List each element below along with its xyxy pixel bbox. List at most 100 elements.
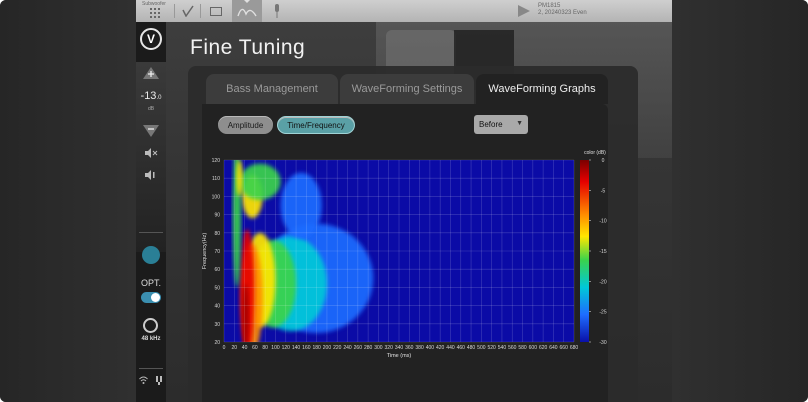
y-tick-label: 50 — [214, 285, 220, 291]
y-tick-label: 20 — [214, 340, 220, 346]
app-window: Subwoofer PM1815 2, 20240323 Even V -13.… — [136, 0, 672, 402]
x-tick-label: 60 — [252, 345, 258, 351]
x-tick-label: 280 — [364, 345, 373, 351]
sample-rate: 48 kHz — [141, 336, 161, 342]
colorbar-tick-label: -25 — [599, 310, 606, 316]
x-tick-label: 80 — [262, 345, 268, 351]
status-line-1: PM1815 — [538, 3, 561, 9]
x-tick-label: 20 — [232, 345, 238, 351]
sidebar-divider — [139, 368, 163, 369]
x-tick-label: 440 — [446, 345, 455, 351]
x-tick-label: 640 — [549, 345, 558, 351]
page-title: Fine Tuning — [190, 36, 306, 59]
y-tick-label: 90 — [214, 213, 220, 219]
y-tick-label: 110 — [212, 176, 220, 182]
device-status-text: PM1815 2, 20240323 Even — [538, 3, 587, 17]
volume-readout: -13.0 — [136, 90, 166, 102]
x-tick-label: 340 — [395, 345, 404, 351]
volume-unit: dB — [147, 106, 155, 112]
x-tick-label: 200 — [323, 345, 332, 351]
microphone-icon[interactable] — [270, 2, 284, 20]
x-axis-label: Time (ms) — [387, 353, 412, 359]
x-tick-label: 380 — [415, 345, 424, 351]
x-tick-label: 540 — [498, 345, 507, 351]
input-label: OPT. — [140, 278, 161, 288]
input-source-icon[interactable] — [142, 246, 160, 264]
colorbar-tick-label: -15 — [599, 249, 606, 255]
y-tick-label: 120 — [212, 158, 221, 164]
x-tick-label: 660 — [560, 345, 569, 351]
wifi-icon[interactable] — [139, 376, 149, 387]
volume-down-button[interactable] — [141, 124, 161, 138]
x-tick-label: 420 — [436, 345, 445, 351]
tab-bass-management[interactable]: Bass Management — [206, 74, 338, 104]
speaker-button[interactable] — [141, 168, 161, 182]
waveform-tab-active[interactable] — [232, 0, 262, 22]
brand-logo: V — [140, 28, 162, 50]
time-frequency-button[interactable]: Time/Frequency — [277, 116, 355, 134]
sidebar-divider — [139, 232, 163, 233]
grid-icon[interactable] — [146, 4, 164, 22]
checkmark-icon[interactable] — [180, 2, 196, 20]
volume-decimal: .0 — [156, 95, 162, 101]
x-tick-label: 240 — [343, 345, 352, 351]
plus-icon — [143, 67, 159, 79]
sample-rate-icon — [143, 318, 158, 333]
colorbar-title: color (dB) — [584, 150, 606, 156]
colorbar-tick-label: -30 — [599, 340, 606, 346]
y-tick-label: 60 — [214, 267, 220, 273]
right-margin — [672, 0, 808, 402]
tab-waveforming-graphs[interactable]: WaveForming Graphs — [476, 74, 608, 104]
x-tick-label: 0 — [223, 345, 226, 351]
y-tick-label: 100 — [212, 194, 221, 200]
top-toolbar: Subwoofer PM1815 2, 20240323 Even — [136, 0, 672, 22]
x-tick-label: 600 — [529, 345, 538, 351]
x-tick-label: 160 — [302, 345, 311, 351]
minus-icon — [143, 125, 159, 137]
before-after-select[interactable]: Before ▼ — [474, 115, 528, 134]
toolbar-divider — [174, 4, 175, 18]
sidebar-bottom-icons — [136, 376, 166, 387]
tab-waveforming-settings[interactable]: WaveForming Settings — [340, 74, 474, 104]
x-tick-label: 460 — [457, 345, 466, 351]
speaker-mute-icon — [145, 148, 158, 158]
x-tick-label: 100 — [271, 345, 280, 351]
x-tick-label: 360 — [405, 345, 414, 351]
y-tick-label: 70 — [214, 249, 220, 255]
screen-frame: Subwoofer PM1815 2, 20240323 Even V -13.… — [0, 0, 808, 402]
heatmap-region — [242, 283, 249, 342]
colorbar-tick-label: -10 — [599, 219, 606, 225]
x-tick-label: 500 — [477, 345, 486, 351]
mute-button[interactable] — [141, 146, 161, 160]
speaker-icon — [145, 170, 155, 180]
heatmap-region — [239, 163, 281, 201]
colorbar-tick-label: -20 — [599, 279, 606, 285]
y-tick-label: 80 — [214, 231, 220, 237]
x-tick-label: 320 — [385, 345, 394, 351]
x-tick-label: 300 — [374, 345, 383, 351]
toolbar-divider — [200, 4, 201, 18]
left-margin — [0, 0, 136, 402]
colorbar-tick-label: 0 — [602, 158, 605, 164]
x-tick-label: 580 — [518, 345, 527, 351]
chevron-down-icon: ▼ — [516, 120, 523, 127]
volume-value: -13 — [140, 90, 157, 102]
optical-toggle[interactable] — [141, 292, 161, 303]
device-info-icon[interactable] — [155, 376, 163, 387]
y-tick-label: 40 — [214, 304, 220, 310]
x-tick-label: 140 — [292, 345, 301, 351]
x-tick-label: 680 — [570, 345, 579, 351]
screen-icon[interactable] — [208, 2, 224, 20]
colorbar: color (dB) 0 -5 -10 -15 -20 -25 -30 — [580, 150, 607, 346]
x-tick-label: 40 — [242, 345, 248, 351]
x-tick-label: 180 — [312, 345, 321, 351]
x-tick-label: 400 — [426, 345, 435, 351]
x-tick-label: 560 — [508, 345, 517, 351]
y-axis-label: Frequency(Hz) — [202, 233, 208, 270]
sidebar: V -13.0 dB OPT. 48 kHz — [136, 22, 166, 402]
x-tick-label: 480 — [467, 345, 476, 351]
play-icon — [518, 5, 530, 17]
volume-up-button[interactable] — [141, 66, 161, 80]
y-tick-label: 30 — [214, 322, 220, 328]
amplitude-button[interactable]: Amplitude — [218, 116, 273, 134]
